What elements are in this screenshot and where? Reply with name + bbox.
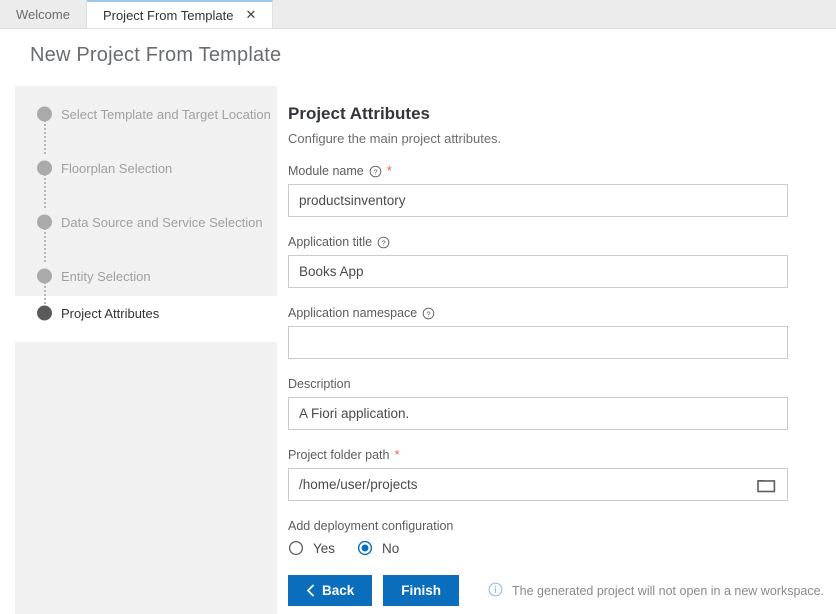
step-dot-icon [37,305,52,321]
wizard-step-entity-selection[interactable]: Entity Selection [15,261,277,291]
radio-option-yes[interactable]: Yes [288,540,335,556]
wizard-footer: Back Finish The generated project will n… [288,567,836,614]
field-label: Description [288,377,351,391]
main-panel: Project Attributes Configure the main pr… [288,86,836,567]
field-application-title: Application title ? Books App [288,234,836,288]
finish-button-label: Finish [401,583,442,598]
field-module-name: Module name ? * productsinventory [288,163,836,217]
field-label: Project folder path [288,448,390,462]
field-label: Add deployment configuration [288,519,454,533]
folder-icon[interactable] [755,474,777,496]
description-input[interactable]: A Fiori application. [288,397,788,430]
input-value: A Fiori application. [299,406,410,421]
section-subtitle: Configure the main project attributes. [288,131,502,146]
field-label: Application title [288,235,373,249]
step-dot-icon [37,268,52,284]
help-circle-icon[interactable]: ? [377,236,390,249]
back-button[interactable]: Back [288,575,373,606]
wizard-step-project-attributes[interactable]: Project Attributes [15,298,277,328]
input-value: Books App [299,264,364,279]
svg-text:?: ? [427,309,431,318]
wizard-step-data-source-and-service-selection[interactable]: Data Source and Service Selection [15,207,277,237]
application-namespace-input[interactable] [288,326,788,359]
radio-unselected-icon [288,540,304,556]
radio-label: No [382,540,400,556]
wizard-step-select-template-and-target-location[interactable]: Select Template and Target Location [15,99,277,129]
help-circle-icon[interactable]: ? [369,165,382,178]
back-button-label: Back [322,583,355,598]
field-label: Module name [288,164,364,178]
deployment-radio-group: Yes No [288,540,836,556]
footer-note-text: The generated project will not open in a… [512,583,825,598]
radio-selected-icon [357,540,373,556]
field-label-row: Application title ? [288,234,836,250]
field-description: Description A Fiori application. [288,376,836,430]
section-title: Project Attributes [288,104,431,123]
wizard-step-label: Floorplan Selection [61,160,173,176]
wizard-step-list: Select Template and Target Location Floo… [15,86,277,614]
wizard-step-label: Select Template and Target Location [61,106,271,122]
svg-text:?: ? [382,238,386,247]
application-title-input[interactable]: Books App [288,255,788,288]
input-value: productsinventory [299,193,406,208]
footer-note: The generated project will not open in a… [488,582,824,600]
field-label: Application namespace [288,306,418,320]
input-value: /home/user/projects [299,477,418,492]
module-name-input[interactable]: productsinventory [288,184,788,217]
field-label-row: Project folder path * [288,447,836,463]
radio-option-no[interactable]: No [357,540,399,556]
tab-bar: Welcome Project From Template ✕ [0,0,836,29]
tab-welcome[interactable]: Welcome [0,0,87,28]
svg-text:?: ? [373,167,377,176]
close-icon[interactable]: ✕ [245,9,256,22]
field-project-folder-path: Project folder path * /home/user/project… [288,447,836,501]
help-circle-icon[interactable]: ? [422,307,435,320]
project-folder-path-input[interactable]: /home/user/projects [288,468,788,501]
finish-button[interactable]: Finish [383,575,460,606]
wizard-step-label: Project Attributes [61,305,160,321]
wizard-step-label: Entity Selection [61,268,151,284]
chevron-left-icon [306,584,315,597]
field-label-row: Add deployment configuration [288,518,836,534]
step-dot-icon [37,214,52,230]
required-asterisk: * [394,447,400,462]
field-add-deployment-configuration: Add deployment configuration Yes No [288,518,836,556]
wizard-step-label: Data Source and Service Selection [61,214,263,230]
field-application-namespace: Application namespace ? [288,305,836,359]
info-circle-icon [488,582,503,600]
field-label-row: Module name ? * [288,163,836,179]
field-label-row: Description [288,376,836,392]
required-asterisk: * [386,163,392,178]
tab-label: Project From Template [102,7,234,23]
tab-project-from-template[interactable]: Project From Template ✕ [86,0,274,28]
step-dot-icon [37,160,52,176]
radio-label: Yes [313,540,336,556]
step-dot-icon [37,106,52,122]
wizard-step-floorplan-selection[interactable]: Floorplan Selection [15,153,277,183]
field-label-row: Application namespace ? [288,305,836,321]
tab-label: Welcome [16,6,70,22]
page-title: New Project From Template [30,44,282,66]
